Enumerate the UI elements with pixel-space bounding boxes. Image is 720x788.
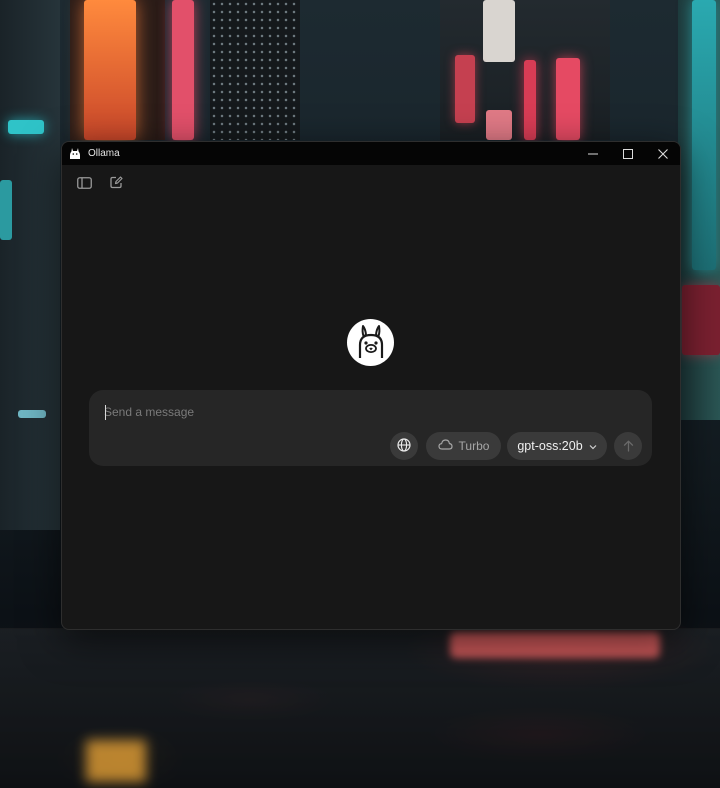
- turbo-toggle-button[interactable]: Turbo: [426, 432, 501, 460]
- maximize-button[interactable]: [610, 142, 645, 165]
- title-bar[interactable]: Ollama: [62, 142, 680, 165]
- ollama-llama-icon: [68, 147, 82, 161]
- llama-icon: [354, 323, 388, 363]
- wallpaper-neon-sign: [455, 55, 475, 123]
- wallpaper-neon-sign: [483, 0, 515, 62]
- wallpaper-building: [210, 0, 300, 140]
- wallpaper-light-reflection: [86, 740, 146, 782]
- message-input[interactable]: [104, 401, 624, 423]
- web-search-button[interactable]: [390, 432, 418, 460]
- wallpaper-neon-sign: [172, 0, 194, 140]
- cloud-icon: [437, 439, 453, 453]
- maximize-icon: [622, 144, 633, 163]
- wallpaper-neon-sign: [692, 0, 716, 270]
- message-composer: Turbo gpt-oss:20b: [89, 390, 652, 466]
- wallpaper-building: [0, 0, 60, 530]
- send-button[interactable]: [614, 432, 642, 460]
- new-chat-icon: [110, 174, 123, 193]
- toolbar: [76, 175, 125, 192]
- close-button[interactable]: [645, 142, 680, 165]
- window-title: Ollama: [88, 148, 120, 159]
- sidebar-toggle-button[interactable]: [76, 175, 93, 192]
- window-controls: [575, 142, 680, 165]
- wallpaper-neon-sign: [556, 58, 580, 140]
- minimize-button[interactable]: [575, 142, 610, 165]
- wallpaper-neon-sign: [8, 120, 44, 134]
- ollama-logo: [347, 319, 394, 366]
- wallpaper-neon-sign: [18, 410, 46, 418]
- wallpaper-neon-sign: [524, 60, 536, 140]
- model-label: gpt-oss:20b: [517, 439, 583, 453]
- turbo-label: Turbo: [458, 439, 490, 453]
- arrow-up-icon: [623, 437, 634, 456]
- globe-icon: [397, 437, 411, 456]
- sidebar-icon: [77, 174, 92, 193]
- model-selector[interactable]: gpt-oss:20b: [507, 432, 607, 460]
- ollama-window: Ollama Send a message Turbo gpt-oss:20b: [61, 141, 681, 630]
- close-icon: [657, 144, 668, 163]
- chevron-down-icon: [589, 439, 597, 453]
- wallpaper-neon-sign: [0, 180, 12, 240]
- wallpaper-light-reflection: [450, 632, 660, 658]
- wallpaper-neon-sign: [486, 110, 512, 140]
- minimize-icon: [587, 144, 598, 163]
- wallpaper-neon-sign: [84, 0, 136, 140]
- wallpaper-neon-sign: [682, 285, 720, 355]
- text-caret: [105, 405, 106, 420]
- new-chat-button[interactable]: [108, 175, 125, 192]
